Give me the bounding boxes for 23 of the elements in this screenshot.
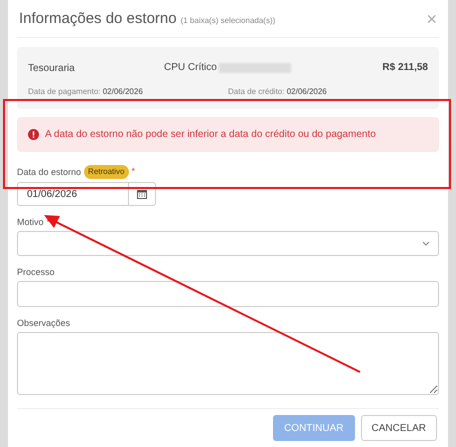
- field-label: Data do estorno: [17, 166, 82, 178]
- dialog-subtitle: (1 baixa(s) selecionada(s)): [180, 16, 276, 24]
- calendar-button[interactable]: [128, 182, 156, 206]
- account-name: Tesouraria: [28, 63, 75, 74]
- date-text: Data de crédito: 02/06/2026: [228, 87, 327, 96]
- description: CPU Crítico: [164, 61, 217, 75]
- date-text: Data de pagamento: 02/06/2026: [28, 87, 143, 96]
- dialog-title: Informações do estorno: [19, 10, 177, 27]
- text-area[interactable]: [17, 332, 439, 395]
- status-badge: Retroativo: [84, 165, 129, 179]
- error-icon: [28, 129, 39, 140]
- date-field[interactable]: 01/06/2026: [17, 182, 128, 206]
- field-label: Observações: [17, 317, 70, 329]
- required-mark: *: [132, 165, 136, 177]
- error-message: A data do estorno não pode ser inferior a data do crédito ou do pagamento: [45, 129, 376, 140]
- chevron-down-icon: [422, 241, 430, 246]
- select-field[interactable]: [17, 231, 439, 256]
- amount: R$ 211,58: [382, 61, 428, 75]
- field-label: Processo: [17, 266, 55, 278]
- text-field[interactable]: [17, 281, 439, 307]
- cancel-button[interactable]: CANCELAR: [360, 415, 437, 441]
- calendar-icon: [137, 189, 147, 199]
- field-label: Motivo: [17, 216, 44, 228]
